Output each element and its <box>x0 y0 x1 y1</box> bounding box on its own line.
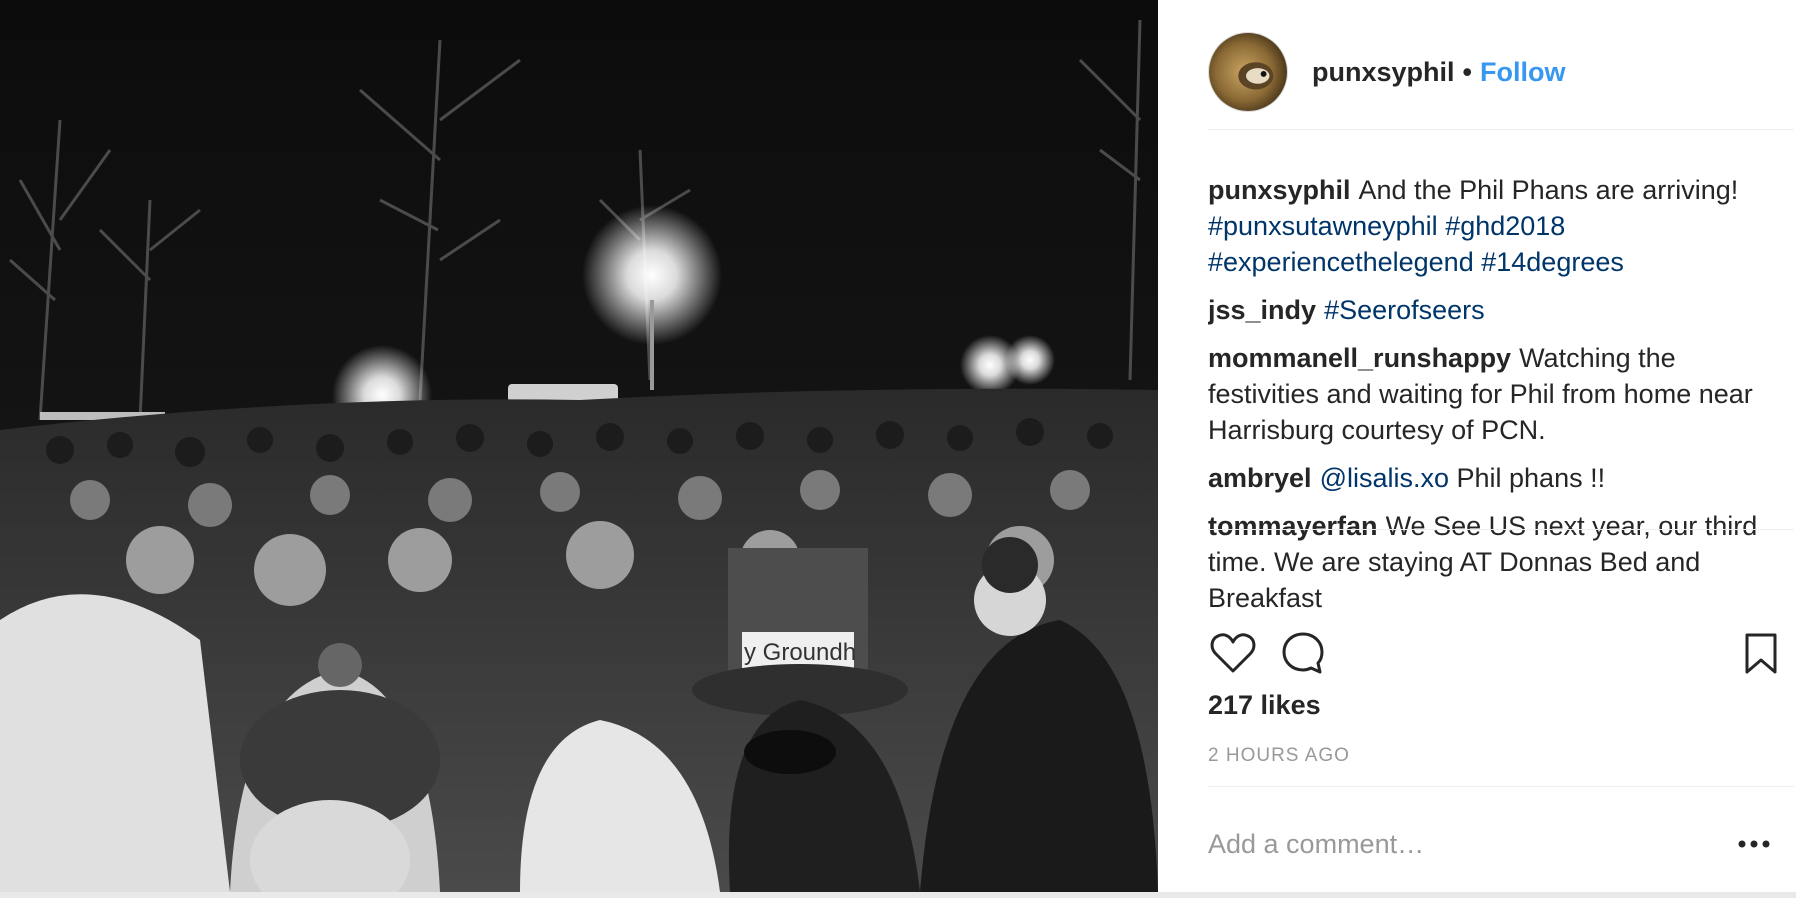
hashtag-link[interactable]: #14degrees <box>1481 247 1624 277</box>
comment-item: tommayerfan We See US next year, our thir… <box>1208 508 1768 608</box>
post-details-panel: punxsyphil • Follow punxsyphil And the Ph… <box>1158 0 1796 892</box>
bookmark-icon[interactable] <box>1736 628 1786 678</box>
heart-icon[interactable] <box>1208 628 1258 678</box>
hashtag-link[interactable]: #ghd2018 <box>1445 211 1565 241</box>
hashtag-link[interactable]: @lisalis.xo <box>1320 463 1449 493</box>
groundhog-avatar-image <box>1209 33 1287 111</box>
comment-text: And the Phil Phans are arriving! <box>1358 175 1739 205</box>
comment-text: Phil phans !! <box>1449 463 1606 493</box>
comments-list[interactable]: punxsyphil And the Phil Phans are arrivin… <box>1208 172 1768 608</box>
footer-divider <box>1208 786 1794 787</box>
hashtag-link[interactable]: #experiencethelegend <box>1208 247 1474 277</box>
comment-username[interactable]: mommanell_runshappy <box>1208 343 1511 373</box>
post-header: punxsyphil • Follow <box>1208 32 1768 112</box>
post-username[interactable]: punxsyphil <box>1312 57 1455 88</box>
comment-username[interactable]: tommayerfan <box>1208 511 1378 541</box>
separator-dot: • <box>1462 56 1472 87</box>
comment-item: punxsyphil And the Phil Phans are arrivin… <box>1208 172 1768 280</box>
post-photo[interactable]: y Groundh <box>0 0 1158 892</box>
comment-username[interactable]: punxsyphil <box>1208 175 1351 205</box>
hashtag-link[interactable]: #Seerofseers <box>1324 295 1485 325</box>
action-bar <box>1208 628 1794 680</box>
header-divider <box>1208 129 1794 130</box>
comment-item: mommanell_runshappy Watching the festivit… <box>1208 340 1768 448</box>
speech-bubble-icon[interactable] <box>1278 628 1328 678</box>
crowd-photo-image: y Groundh <box>0 0 1158 892</box>
comment-username[interactable]: ambryel <box>1208 463 1312 493</box>
comment-username[interactable]: jss_indy <box>1208 295 1316 325</box>
more-dots-icon[interactable] <box>1734 832 1774 856</box>
likes-count[interactable]: 217 likes <box>1208 690 1321 721</box>
comment-item: ambryel @lisalis.xo Phil phans !! <box>1208 460 1768 496</box>
follow-button[interactable]: Follow <box>1480 57 1565 88</box>
add-comment-input[interactable] <box>1208 822 1704 866</box>
comments-divider <box>1208 529 1794 530</box>
comment-item: jss_indy #Seerofseers <box>1208 292 1768 328</box>
hat-text: y Groundh <box>744 639 856 666</box>
post-timestamp: 2 HOURS AGO <box>1208 745 1350 766</box>
bottom-border <box>0 892 1796 898</box>
avatar[interactable] <box>1208 32 1288 112</box>
hashtag-link[interactable]: #punxsutawneyphil <box>1208 211 1438 241</box>
